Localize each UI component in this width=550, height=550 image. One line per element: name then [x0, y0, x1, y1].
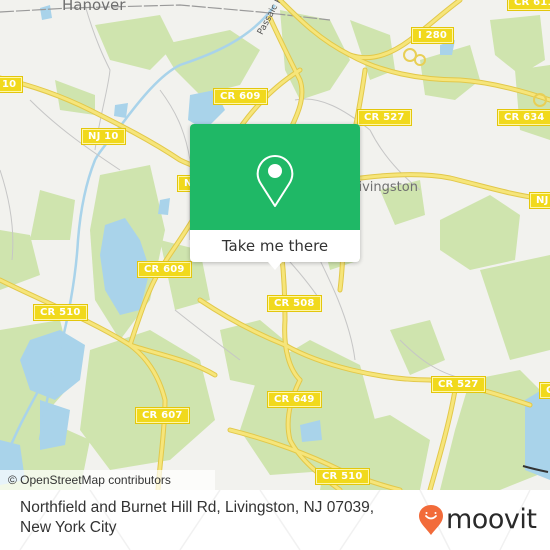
- route-shield-nj10-left: 10: [0, 76, 24, 93]
- route-shield-cr527-top: CR 527: [357, 109, 412, 126]
- moovit-logo[interactable]: moovit: [418, 504, 537, 536]
- route-shield-cr649: CR 649: [267, 391, 322, 408]
- route-shield-cr527-bottom: CR 527: [431, 376, 486, 393]
- route-shield-cr607: CR 607: [135, 407, 190, 424]
- location-popup: Take me there: [190, 124, 360, 270]
- map-pin-icon: [256, 155, 294, 207]
- place-label-hanover: Hanover: [62, 0, 126, 14]
- route-shield-nj10-right: NJ: [529, 192, 550, 209]
- popup-header: [190, 124, 360, 230]
- moovit-wordmark: moovit: [446, 504, 537, 535]
- osm-attribution[interactable]: © OpenStreetMap contributors: [0, 470, 215, 490]
- route-shield-cr634: CR 634: [497, 109, 550, 126]
- route-shield-cr609-mid: CR 609: [137, 261, 192, 278]
- popup-pointer: [268, 262, 282, 270]
- place-label-livingston: LLivingston: [351, 180, 418, 195]
- footer: Northfield and Burnet Hill Rd, Livingsto…: [0, 490, 550, 550]
- route-shield-cr510-left: CR 510: [33, 304, 88, 321]
- route-shield-cr611: CR 611: [507, 0, 550, 11]
- take-me-there-button[interactable]: Take me there: [190, 230, 360, 262]
- address-text: Northfield and Burnet Hill Rd, Livingsto…: [20, 499, 375, 536]
- route-shield-cr508: CR 508: [267, 295, 322, 312]
- place-label-livingston-text: Livingston: [351, 180, 418, 195]
- route-shield-right-edge: C: [539, 382, 550, 399]
- route-shield-nj10: NJ 10: [81, 128, 126, 145]
- map-view[interactable]: Hanover LLivingston Passaic R I 280 CR 6…: [0, 0, 550, 490]
- route-shield-cr609-top: CR 609: [213, 88, 268, 105]
- route-shield-i280: I 280: [410, 27, 455, 44]
- route-shield-cr510-bottom: CR 510: [315, 468, 370, 485]
- moovit-pin-icon: [419, 505, 443, 535]
